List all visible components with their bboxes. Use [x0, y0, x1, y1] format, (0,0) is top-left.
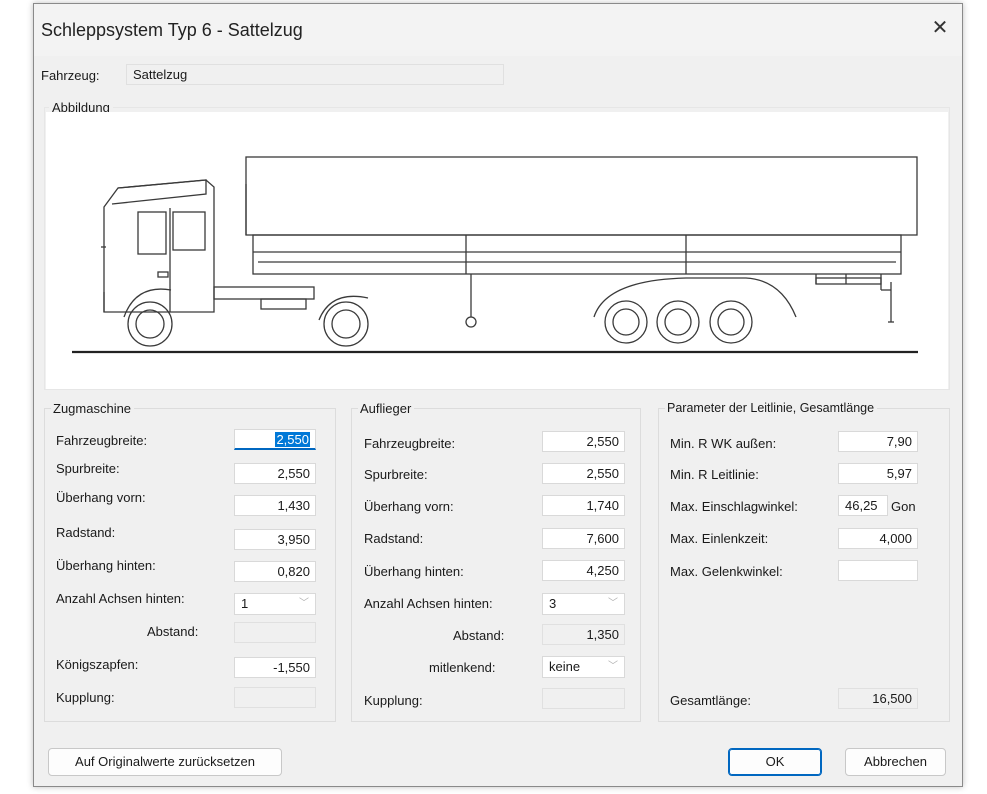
zm-spurbreite-input[interactable]: 2,550	[234, 463, 316, 484]
zugmaschine-title: Zugmaschine	[51, 401, 135, 416]
vehicle-field: Sattelzug	[126, 64, 504, 85]
einschlag-label: Max. Einschlagwinkel:	[670, 499, 798, 514]
af-ueberhang-vorn-input[interactable]: 1,740	[542, 495, 625, 516]
af-spurbreite-label: Spurbreite:	[364, 467, 428, 482]
zm-koenigszapfen-input[interactable]: -1,550	[234, 657, 316, 678]
zm-achsen-select[interactable]: 1 ﹀	[234, 593, 316, 615]
cancel-button[interactable]: Abbrechen	[845, 748, 946, 776]
min-r-leit-label: Min. R Leitlinie:	[670, 467, 759, 482]
zm-spurbreite-label: Spurbreite:	[56, 461, 120, 476]
af-achsen-select[interactable]: 3 ﹀	[542, 593, 625, 615]
af-fahrzeugbreite-label: Fahrzeugbreite:	[364, 436, 456, 451]
dialog-window: Schleppsystem Typ 6 - Sattelzug ✕ Fahrze…	[33, 3, 963, 787]
chevron-down-icon: ﹀	[608, 598, 618, 609]
af-kupplung-field	[542, 688, 625, 709]
ok-button[interactable]: OK	[728, 748, 822, 776]
zm-abstand-field	[234, 622, 316, 643]
af-radstand-label: Radstand:	[364, 531, 424, 546]
gelenkwinkel-label: Max. Gelenkwinkel:	[670, 564, 783, 579]
gesamtlaenge-label: Gesamtlänge:	[670, 693, 751, 708]
zm-radstand-input[interactable]: 3,950	[234, 529, 316, 550]
zm-abstand-label: Abstand:	[147, 624, 199, 639]
min-r-leit-input[interactable]: 5,97	[838, 463, 918, 484]
af-abstand-label: Abstand:	[453, 628, 505, 643]
zm-kupplung-label: Kupplung:	[56, 690, 115, 705]
zm-fahrzeugbreite-label: Fahrzeugbreite:	[56, 433, 148, 448]
chevron-down-icon: ﹀	[299, 598, 309, 609]
min-r-wk-input[interactable]: 7,90	[838, 431, 918, 452]
reset-button[interactable]: Auf Originalwerte zurücksetzen	[48, 748, 282, 776]
af-ueberhang-hinten-input[interactable]: 4,250	[542, 560, 625, 581]
einschlag-input[interactable]: 46,25	[838, 495, 888, 516]
vehicle-illustration	[46, 112, 948, 389]
zm-ueberhang-vorn-input[interactable]: 1,430	[234, 495, 316, 516]
af-ueberhang-vorn-label: Überhang vorn:	[364, 499, 454, 514]
window-title: Schleppsystem Typ 6 - Sattelzug	[41, 20, 303, 40]
title-bar: Schleppsystem Typ 6 - Sattelzug ✕	[34, 4, 962, 56]
leitlinie-title: Parameter der Leitlinie, Gesamtlänge	[665, 401, 878, 415]
gesamtlaenge-field: 16,500	[838, 688, 918, 709]
zm-koenigszapfen-label: Königszapfen:	[56, 657, 139, 672]
einschlag-unit: Gon	[891, 499, 916, 514]
vehicle-label: Fahrzeug:	[41, 68, 100, 83]
af-mitlenkend-select[interactable]: keine ﹀	[542, 656, 625, 678]
zm-kupplung-field	[234, 687, 316, 708]
af-abstand-field: 1,350	[542, 624, 625, 645]
zm-ueberhang-hinten-input[interactable]: 0,820	[234, 561, 316, 582]
gelenkwinkel-input[interactable]	[838, 560, 918, 581]
af-achsen-label: Anzahl Achsen hinten:	[364, 596, 493, 611]
zm-radstand-label: Radstand:	[56, 525, 116, 540]
min-r-wk-label: Min. R WK außen:	[670, 436, 777, 451]
af-radstand-input[interactable]: 7,600	[542, 528, 625, 549]
af-spurbreite-input[interactable]: 2,550	[542, 463, 625, 484]
af-mitlenkend-label: mitlenkend:	[429, 660, 496, 675]
af-fahrzeugbreite-input[interactable]: 2,550	[542, 431, 625, 452]
auflieger-title: Auflieger	[358, 401, 415, 416]
chevron-down-icon: ﹀	[608, 661, 618, 672]
af-ueberhang-hinten-label: Überhang hinten:	[364, 564, 464, 579]
zm-ueberhang-hinten-label: Überhang hinten:	[56, 558, 156, 573]
einlenkzeit-label: Max. Einlenkzeit:	[670, 531, 769, 546]
zm-fahrzeugbreite-input[interactable]: 2,550	[234, 429, 316, 450]
picture-group: Abbildung	[44, 100, 950, 390]
sattelzug-drawing	[72, 156, 918, 354]
einlenkzeit-input[interactable]: 4,000	[838, 528, 918, 549]
close-icon[interactable]: ✕	[926, 14, 954, 42]
zm-achsen-label: Anzahl Achsen hinten:	[56, 591, 185, 606]
af-kupplung-label: Kupplung:	[364, 693, 423, 708]
zm-ueberhang-vorn-label: Überhang vorn:	[56, 490, 146, 505]
